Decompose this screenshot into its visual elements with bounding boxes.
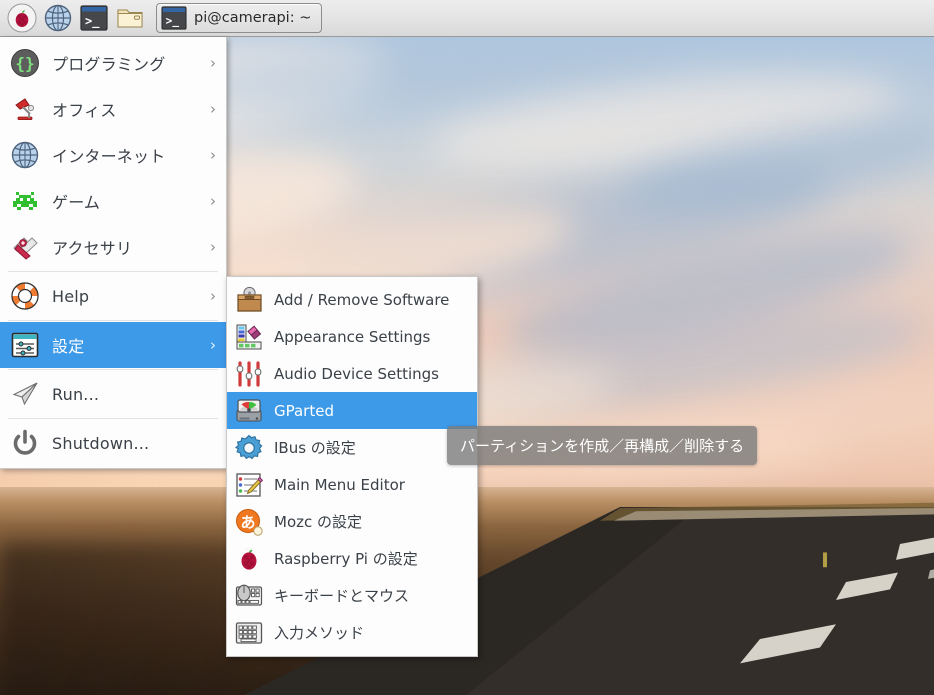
web-browser-icon[interactable] <box>42 2 74 34</box>
menu-item-run[interactable]: Run... <box>0 371 226 417</box>
svg-text:{}: {} <box>15 54 34 73</box>
taskbar: >_ >_ pi@camerapi: ~ <box>0 0 934 37</box>
raspberry-pi-icon <box>235 545 263 573</box>
terminal-icon: >_ <box>161 6 187 30</box>
taskbar-window-title: pi@camerapi: ~ <box>194 10 312 26</box>
submenu-item-ibus-settings[interactable]: IBus の設定 <box>227 429 477 466</box>
menu-item-label: Shutdown... <box>52 433 150 453</box>
chevron-right-icon: › <box>210 287 216 305</box>
tooltip: パーティションを作成／再構成／削除する <box>447 426 758 465</box>
menu-separator <box>8 320 218 321</box>
submenu-item-label: Main Menu Editor <box>274 475 405 494</box>
svg-text:>_: >_ <box>166 14 180 27</box>
taskbar-window-button[interactable]: >_ pi@camerapi: ~ <box>156 3 323 33</box>
menu-item-label: ゲーム <box>52 193 101 212</box>
tooltip-text: パーティションを作成／再構成／削除する <box>460 437 745 455</box>
submenu-item-input-method[interactable]: 入力メソッド <box>227 614 477 651</box>
chevron-right-icon: › <box>210 146 216 164</box>
file-manager-icon[interactable] <box>114 2 146 34</box>
svg-text:>_: >_ <box>85 14 100 29</box>
submenu-item-label: IBus の設定 <box>274 439 356 457</box>
appearance-palette-icon <box>235 323 263 351</box>
chevron-right-icon: › <box>210 100 216 118</box>
menu-item-internet[interactable]: インターネット › <box>0 132 226 178</box>
submenu-item-audio-device-settings[interactable]: Audio Device Settings <box>227 355 477 392</box>
terminal-icon[interactable]: >_ <box>78 2 110 34</box>
main-menu-panel: {} プログラミング › オフィス › インターネット › ゲーム › アクセサ… <box>0 37 227 469</box>
submenu-item-label: Raspberry Pi の設定 <box>274 550 418 568</box>
menu-item-accessories[interactable]: アクセサリ › <box>0 224 226 270</box>
submenu-item-raspberry-pi-configuration[interactable]: Raspberry Pi の設定 <box>227 540 477 577</box>
menu-item-label: オフィス <box>52 101 117 120</box>
help-lifering-icon <box>10 281 40 311</box>
menu-item-label: インターネット <box>52 147 166 166</box>
menu-item-shutdown[interactable]: Shutdown... <box>0 420 226 466</box>
chevron-right-icon: › <box>210 336 216 354</box>
submenu-item-label: 入力メソッド <box>274 624 365 642</box>
ibus-gear-icon <box>235 434 263 462</box>
games-invader-icon <box>10 186 40 216</box>
keyboard-mouse-icon <box>235 582 263 610</box>
menu-separator <box>8 418 218 419</box>
gparted-disk-icon <box>235 397 263 425</box>
chevron-right-icon: › <box>210 238 216 256</box>
chevron-right-icon: › <box>210 54 216 72</box>
submenu-item-mozc-settings[interactable]: あ Mozc の設定 <box>227 503 477 540</box>
menu-item-label: アクセサリ <box>52 239 133 258</box>
submenu-item-appearance-settings[interactable]: Appearance Settings <box>227 318 477 355</box>
submenu-item-label: Audio Device Settings <box>274 364 439 383</box>
settings-submenu-panel: Add / Remove Software Appearance Setting… <box>226 276 478 657</box>
audio-sliders-icon <box>235 360 263 388</box>
input-method-icon <box>235 619 263 647</box>
menu-item-office[interactable]: オフィス › <box>0 86 226 132</box>
raspberry-pi-menu-icon[interactable] <box>6 2 38 34</box>
chevron-right-icon: › <box>210 192 216 210</box>
menu-item-help[interactable]: Help › <box>0 273 226 319</box>
accessories-knife-icon <box>10 232 40 262</box>
submenu-item-label: Add / Remove Software <box>274 290 450 309</box>
menu-item-label: プログラミング <box>52 55 166 74</box>
run-paperplane-icon <box>10 379 40 409</box>
menu-item-programming[interactable]: {} プログラミング › <box>0 40 226 86</box>
submenu-item-main-menu-editor[interactable]: Main Menu Editor <box>227 466 477 503</box>
submenu-item-label: Mozc の設定 <box>274 513 363 531</box>
preferences-icon <box>10 330 40 360</box>
menu-item-label: Help <box>52 286 90 306</box>
submenu-item-add-remove-software[interactable]: Add / Remove Software <box>227 281 477 318</box>
submenu-item-label: GParted <box>274 401 334 420</box>
menu-item-preferences[interactable]: 設定 › <box>0 322 226 368</box>
mozc-a-icon: あ <box>235 508 263 536</box>
menu-separator <box>8 369 218 370</box>
programming-braces-icon: {} <box>10 48 40 78</box>
menu-separator <box>8 271 218 272</box>
package-box-icon <box>235 286 263 314</box>
svg-text:あ: あ <box>240 513 255 531</box>
menu-item-label: Run... <box>52 384 100 404</box>
office-lamp-icon <box>10 94 40 124</box>
shutdown-power-icon <box>10 428 40 458</box>
menu-item-label: 設定 <box>52 337 85 356</box>
submenu-item-keyboard-and-mouse[interactable]: キーボードとマウス <box>227 577 477 614</box>
menu-editor-pencil-icon <box>235 471 263 499</box>
submenu-item-label: Appearance Settings <box>274 327 431 346</box>
submenu-item-label: キーボードとマウス <box>274 587 410 605</box>
submenu-item-gparted[interactable]: GParted <box>227 392 477 429</box>
menu-item-games[interactable]: ゲーム › <box>0 178 226 224</box>
internet-globe-icon <box>10 140 40 170</box>
